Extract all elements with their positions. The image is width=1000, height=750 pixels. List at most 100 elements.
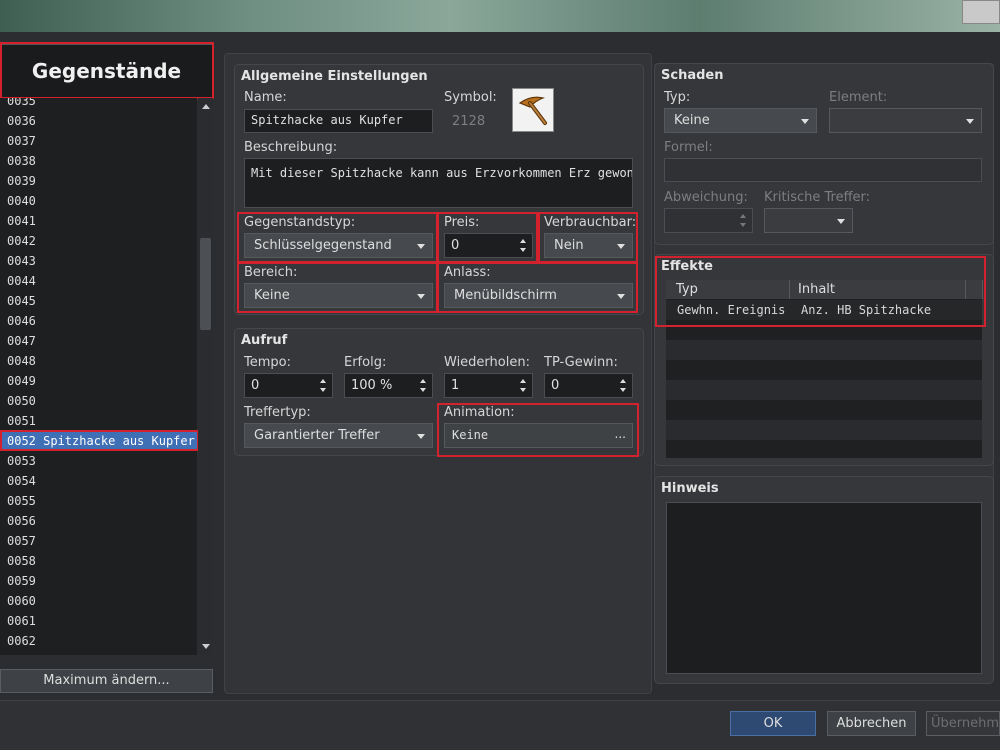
spin-down-icon[interactable] bbox=[420, 388, 426, 392]
list-item[interactable]: 0040 bbox=[0, 191, 197, 211]
note-textarea[interactable] bbox=[666, 502, 982, 674]
scroll-thumb[interactable] bbox=[200, 238, 211, 330]
spin-up-icon[interactable] bbox=[320, 379, 326, 383]
speed-spinner[interactable]: 0 bbox=[244, 373, 333, 398]
repeat-spinner[interactable]: 1 bbox=[444, 373, 533, 398]
spin-up-icon[interactable] bbox=[520, 239, 526, 243]
invocation-title: Aufruf bbox=[241, 333, 288, 348]
price-spinner[interactable]: 0 bbox=[444, 233, 533, 258]
damage-type-label: Typ: bbox=[664, 90, 691, 105]
success-spinner[interactable]: 100 % bbox=[344, 373, 433, 398]
list-item[interactable]: 0061 bbox=[0, 611, 197, 631]
animation-value: Keine bbox=[452, 428, 489, 442]
list-item[interactable]: 0056 bbox=[0, 511, 197, 531]
consumable-value: Nein bbox=[554, 238, 584, 253]
ok-button[interactable]: OK bbox=[730, 711, 816, 736]
hit-type-dropdown[interactable]: Garantierter Treffer bbox=[244, 423, 433, 448]
element-label: Element: bbox=[829, 90, 888, 105]
speed-value: 0 bbox=[251, 378, 260, 393]
item-type-value: Schlüsselgegenstand bbox=[254, 238, 392, 253]
list-item[interactable]: 0063 bbox=[0, 651, 197, 655]
spin-up-icon[interactable] bbox=[620, 379, 626, 383]
price-label: Preis: bbox=[444, 215, 480, 230]
list-item[interactable]: 0048 bbox=[0, 351, 197, 371]
table-stripe bbox=[666, 340, 982, 360]
list-item-selected[interactable]: 0052 Spitzhacke aus Kupfer bbox=[0, 431, 197, 451]
symbol-picker[interactable] bbox=[512, 88, 554, 132]
formula-input[interactable] bbox=[664, 158, 982, 182]
variance-spinner[interactable] bbox=[664, 208, 753, 233]
spin-up-icon[interactable] bbox=[740, 214, 746, 218]
list-item[interactable]: 0047 bbox=[0, 331, 197, 351]
list-item[interactable]: 0042 bbox=[0, 231, 197, 251]
list-item[interactable]: 0059 bbox=[0, 571, 197, 591]
list-item[interactable]: 0041 bbox=[0, 211, 197, 231]
ellipsis-icon[interactable]: ... bbox=[615, 427, 626, 441]
apply-button[interactable]: Übernehmen bbox=[926, 711, 1000, 736]
success-value: 100 % bbox=[351, 378, 393, 393]
list-item[interactable]: 0045 bbox=[0, 291, 197, 311]
effects-table[interactable]: Typ Inhalt Gewhn. Ereignis Anz. HB Spitz… bbox=[666, 280, 983, 458]
list-item[interactable]: 0058 bbox=[0, 551, 197, 571]
list-item[interactable]: 0057 bbox=[0, 531, 197, 551]
name-input[interactable]: Spitzhacke aus Kupfer bbox=[244, 109, 433, 133]
cancel-button[interactable]: Abbrechen bbox=[827, 711, 916, 736]
list-item[interactable]: 0062 bbox=[0, 631, 197, 651]
spin-down-icon[interactable] bbox=[620, 388, 626, 392]
description-textarea[interactable]: Mit dieser Spitzhacke kann aus Erzvorkom… bbox=[244, 158, 633, 208]
list-item[interactable]: 0054 bbox=[0, 471, 197, 491]
spin-down-icon[interactable] bbox=[520, 388, 526, 392]
list-item[interactable]: 0055 bbox=[0, 491, 197, 511]
chevron-down-icon bbox=[617, 294, 625, 299]
tp-gain-spinner[interactable]: 0 bbox=[544, 373, 633, 398]
list-item[interactable]: 0039 bbox=[0, 171, 197, 191]
effects-col-type[interactable]: Typ bbox=[666, 280, 790, 299]
list-item[interactable]: 0060 bbox=[0, 591, 197, 611]
spin-down-icon[interactable] bbox=[320, 388, 326, 392]
spin-down-icon[interactable] bbox=[740, 223, 746, 227]
occasion-dropdown[interactable]: Menübildschirm bbox=[444, 283, 633, 308]
list-item[interactable]: 0050 bbox=[0, 391, 197, 411]
pickaxe-icon bbox=[518, 96, 547, 125]
list-item[interactable]: 0046 bbox=[0, 311, 197, 331]
item-list-scrollbar[interactable] bbox=[198, 98, 213, 655]
list-item[interactable]: 0044 bbox=[0, 271, 197, 291]
list-item[interactable]: 0035 bbox=[0, 98, 197, 111]
list-item[interactable]: 0053 bbox=[0, 451, 197, 471]
spin-up-icon[interactable] bbox=[520, 379, 526, 383]
list-item[interactable]: 0038 bbox=[0, 151, 197, 171]
scroll-up-arrow-icon[interactable] bbox=[202, 104, 210, 109]
list-item[interactable]: 0036 bbox=[0, 111, 197, 131]
window-close-button[interactable] bbox=[962, 0, 1000, 24]
scroll-down-arrow-icon[interactable] bbox=[202, 644, 210, 649]
item-list[interactable]: 0035 0036 0037 0038 0039 0040 0041 0042 … bbox=[0, 98, 197, 655]
note-title: Hinweis bbox=[661, 481, 719, 496]
critical-hits-label: Kritische Treffer: bbox=[764, 190, 871, 205]
animation-label: Animation: bbox=[444, 405, 515, 420]
scope-value: Keine bbox=[254, 288, 290, 303]
scope-dropdown[interactable]: Keine bbox=[244, 283, 433, 308]
list-item[interactable]: 0037 bbox=[0, 131, 197, 151]
chevron-down-icon bbox=[837, 219, 845, 224]
title-bar-background bbox=[0, 0, 1000, 32]
item-type-dropdown[interactable]: Schlüsselgegenstand bbox=[244, 233, 433, 258]
repeat-label: Wiederholen: bbox=[444, 355, 530, 370]
effect-content-cell: Anz. HB Spitzhacke bbox=[801, 303, 932, 317]
critical-hits-dropdown[interactable] bbox=[764, 208, 853, 233]
damage-type-dropdown[interactable]: Keine bbox=[664, 108, 817, 133]
table-stripe bbox=[666, 380, 982, 400]
consumable-dropdown[interactable]: Nein bbox=[544, 233, 633, 258]
list-item[interactable]: 0043 bbox=[0, 251, 197, 271]
effects-col-content[interactable]: Inhalt bbox=[790, 280, 966, 299]
animation-picker[interactable]: Keine ... bbox=[444, 423, 633, 448]
spin-down-icon[interactable] bbox=[520, 248, 526, 252]
element-dropdown[interactable] bbox=[829, 108, 982, 133]
effect-type-cell: Gewhn. Ereignis bbox=[677, 303, 786, 317]
chevron-down-icon bbox=[417, 244, 425, 249]
effects-row[interactable]: Gewhn. Ereignis Anz. HB Spitzhacke bbox=[666, 300, 982, 320]
change-maximum-button[interactable]: Maximum ändern... bbox=[0, 669, 213, 693]
spin-up-icon[interactable] bbox=[420, 379, 426, 383]
list-item[interactable]: 0049 bbox=[0, 371, 197, 391]
occasion-value: Menübildschirm bbox=[454, 288, 557, 303]
list-item[interactable]: 0051 bbox=[0, 411, 197, 431]
